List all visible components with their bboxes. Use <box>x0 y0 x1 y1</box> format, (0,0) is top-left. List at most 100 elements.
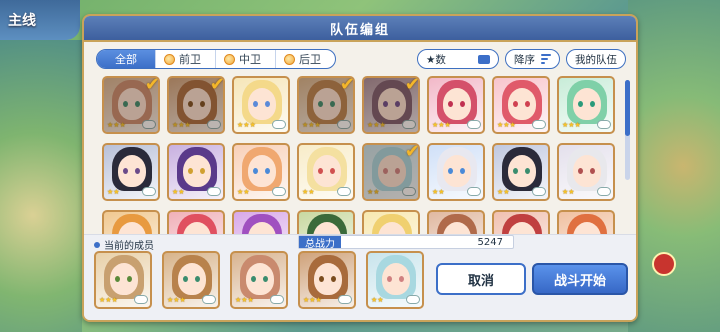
character-card[interactable] <box>297 210 355 236</box>
character-card[interactable]: ★★★ ✔ <box>297 76 355 134</box>
character-card[interactable]: ★★ <box>427 143 485 201</box>
sort-icon <box>541 54 551 64</box>
character-eye <box>123 168 128 174</box>
team-member-card[interactable]: ★★ <box>366 251 424 309</box>
rank-badge <box>338 295 352 304</box>
character-card[interactable]: ★★★ <box>232 76 290 134</box>
rank-badge <box>142 120 156 129</box>
team-slot[interactable]: ★★★ <box>230 251 290 309</box>
total-power: 总战力 5247 <box>298 235 514 250</box>
character-card[interactable]: ★★ <box>297 143 355 201</box>
position-icon <box>164 53 175 65</box>
power-value: 5247 <box>477 236 503 248</box>
character-card[interactable]: ★★ <box>492 143 550 201</box>
team-slot[interactable]: ★★ <box>366 251 426 309</box>
character-eye <box>578 101 583 107</box>
team-slot[interactable]: ★★★ <box>162 251 222 309</box>
character-eye <box>253 168 258 174</box>
character-eye <box>265 101 270 107</box>
team-member-card[interactable]: ★★★ <box>94 251 152 309</box>
tab-front[interactable]: 前卫 <box>156 50 216 68</box>
character-face <box>183 88 211 120</box>
star-rating: ★★★ <box>302 121 321 129</box>
rank-badge <box>402 120 416 129</box>
sort-order-button[interactable]: 降序 <box>505 49 560 69</box>
character-card[interactable]: ★★ ✔ <box>362 143 420 201</box>
character-card[interactable] <box>232 210 290 236</box>
star-rating: ★★★ <box>107 121 126 129</box>
character-eye <box>330 101 335 107</box>
scrollbar[interactable] <box>625 80 630 180</box>
rank-badge <box>532 187 546 196</box>
rank-badge <box>597 120 611 129</box>
tab-back[interactable]: 后卫 <box>276 50 335 68</box>
rank-badge <box>337 187 351 196</box>
character-card[interactable]: ★★★ <box>557 76 615 134</box>
team-member-card[interactable]: ★★★ <box>230 251 288 309</box>
character-eye <box>318 101 323 107</box>
star-rating: ★★★ <box>367 121 386 129</box>
character-card[interactable] <box>102 210 160 236</box>
character-eye <box>399 276 404 282</box>
rank-badge <box>142 187 156 196</box>
sort-field-button[interactable]: ★数 <box>417 49 499 69</box>
select-icon <box>478 54 490 64</box>
character-eye <box>330 168 335 174</box>
start-battle-button[interactable]: 战斗开始 <box>532 263 628 295</box>
rank-badge <box>270 295 284 304</box>
rank-badge <box>532 120 546 129</box>
star-rating: ★★ <box>562 188 575 196</box>
character-eye <box>195 276 200 282</box>
character-card[interactable]: ★★ <box>557 143 615 201</box>
character-face <box>378 88 406 120</box>
star-rating: ★★★ <box>235 296 254 304</box>
rank-badge <box>337 120 351 129</box>
character-card[interactable]: ★★★ ✔ <box>362 76 420 134</box>
team-slot[interactable]: ★★★ <box>94 251 154 309</box>
character-card[interactable] <box>557 210 615 236</box>
position-icon <box>284 53 295 65</box>
team-slot[interactable]: ★★★ <box>298 251 358 309</box>
tab-all[interactable]: 全部 <box>97 50 156 68</box>
character-eye <box>513 101 518 107</box>
character-eye <box>513 168 518 174</box>
rank-badge <box>134 295 148 304</box>
tab-middle[interactable]: 中卫 <box>216 50 276 68</box>
character-eye <box>127 276 132 282</box>
star-rating: ★★ <box>107 188 120 196</box>
star-rating: ★★★ <box>99 296 118 304</box>
character-card[interactable] <box>167 210 225 236</box>
character-card[interactable]: ★★ <box>167 143 225 201</box>
check-icon: ✔ <box>404 143 420 162</box>
character-card[interactable]: ★★ <box>102 143 160 201</box>
character-eye <box>251 276 256 282</box>
character-card[interactable] <box>362 210 420 236</box>
character-eye <box>590 168 595 174</box>
star-rating: ★★ <box>237 188 250 196</box>
character-eye <box>183 276 188 282</box>
back-nav[interactable]: 主线 <box>0 0 80 40</box>
character-card[interactable]: ★★★ ✔ <box>102 76 160 134</box>
character-card[interactable]: ★★ <box>232 143 290 201</box>
star-rating: ★★ <box>371 296 384 304</box>
team-member-card[interactable]: ★★★ <box>162 251 220 309</box>
star-rating: ★★★ <box>172 121 191 129</box>
cancel-button[interactable]: 取消 <box>436 263 526 295</box>
background-map-left <box>0 40 82 332</box>
character-eye <box>188 101 193 107</box>
rank-badge <box>467 187 481 196</box>
character-face <box>378 155 406 187</box>
character-card[interactable]: ★★★ <box>427 76 485 134</box>
rank-badge <box>597 187 611 196</box>
character-card[interactable]: ★★★ <box>492 76 550 134</box>
character-card[interactable]: ★★★ ✔ <box>167 76 225 134</box>
power-label: 总战力 <box>299 236 341 250</box>
event-icon[interactable] <box>652 252 676 276</box>
star-rating: ★★★ <box>303 296 322 304</box>
star-rating: ★★ <box>497 188 510 196</box>
character-card[interactable] <box>427 210 485 236</box>
character-card[interactable] <box>492 210 550 236</box>
my-team-button[interactable]: 我的队伍 <box>566 49 626 69</box>
star-rating: ★★ <box>367 188 380 196</box>
team-member-card[interactable]: ★★★ <box>298 251 356 309</box>
